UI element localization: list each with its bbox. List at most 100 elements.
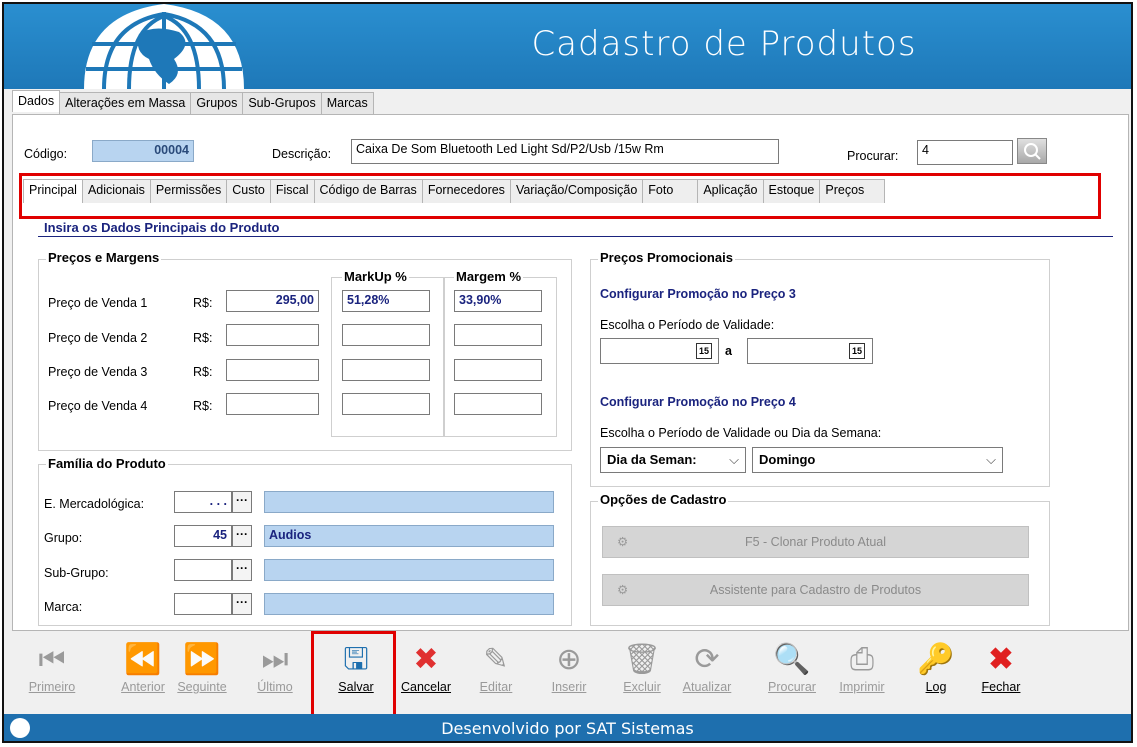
editar-button[interactable]: ✎ Editar: [461, 640, 531, 694]
promo-day-select[interactable]: Domingo ⌵: [752, 447, 1003, 473]
last-record-icon: ⏭: [261, 643, 289, 676]
descricao-label: Descrição:: [272, 147, 332, 161]
chevron-down-icon: ⌵: [729, 452, 739, 467]
wizard-icon: ⚙: [617, 583, 629, 597]
grupo-lookup-button[interactable]: ···: [232, 525, 252, 547]
currency-label: R$:: [193, 331, 213, 345]
tab-alteracoes-em-massa[interactable]: Alterações em Massa: [59, 92, 192, 114]
codigo-field[interactable]: 00004: [92, 140, 194, 162]
currency-label: R$:: [193, 296, 213, 310]
fechar-button[interactable]: ✖ Fechar: [966, 640, 1036, 694]
mercadologica-label: E. Mercadológica:: [44, 497, 145, 511]
ultimo-button[interactable]: ⏭ Último: [240, 640, 310, 694]
grupo-code-field[interactable]: 45: [174, 525, 232, 547]
promo-title: Preços Promocionais: [598, 250, 735, 265]
trash-icon: 🗑: [622, 643, 662, 676]
chevron-down-icon: ⌵: [986, 452, 996, 467]
procurar-field[interactable]: 4: [917, 140, 1013, 165]
excluir-label: Excluir: [623, 680, 661, 694]
marca-code-field[interactable]: [174, 593, 232, 615]
main-tabs: Dados Alterações em Massa Grupos Sub-Gru…: [12, 90, 374, 114]
preco2-field[interactable]: [226, 324, 319, 346]
globe-icon: [10, 718, 30, 738]
precos-title: Preços e Margens: [46, 250, 162, 265]
seguinte-label: Seguinte: [177, 680, 227, 694]
markup1-field[interactable]: 51,28%: [342, 290, 430, 312]
promo-p3-label: Escolha o Período de Validade:: [600, 318, 775, 332]
inserir-button[interactable]: ⊕ Inserir: [534, 640, 604, 694]
fechar-label: Fechar: [981, 680, 1021, 694]
cancelar-label: Cancelar: [400, 680, 452, 694]
log-label: Log: [925, 680, 947, 694]
procurar-button[interactable]: 🔍 Procurar: [757, 640, 827, 694]
assistente-cadastro-button[interactable]: ⚙ Assistente para Cadastro de Produtos: [602, 574, 1029, 606]
search-button[interactable]: [1017, 138, 1047, 164]
promo-type-value: Dia da Seman:: [607, 452, 697, 467]
markup3-field[interactable]: [342, 359, 430, 381]
atualizar-button[interactable]: ⟳ Atualizar: [672, 640, 742, 694]
marca-label: Marca:: [44, 600, 83, 614]
editar-label: Editar: [479, 680, 513, 694]
descricao-field[interactable]: Caixa De Som Bluetooth Led Light Sd/P2/U…: [351, 139, 779, 164]
ultimo-label: Último: [257, 680, 293, 694]
codigo-label: Código:: [24, 147, 68, 161]
currency-label: R$:: [193, 399, 213, 413]
mercadologica-code-field[interactable]: . . .: [174, 491, 232, 513]
preco1-field[interactable]: 295,00: [226, 290, 319, 312]
grupo-name-field: Audios: [264, 525, 554, 547]
tab-marcas[interactable]: Marcas: [320, 92, 374, 114]
clone-icon: ⚙: [617, 535, 629, 549]
first-record-icon: ⏮: [38, 643, 66, 676]
log-button[interactable]: 🔑 Log: [901, 640, 971, 694]
margem3-field[interactable]: [454, 359, 542, 381]
calendar-icon[interactable]: 15: [849, 343, 865, 359]
assistente-cadastro-label: Assistente para Cadastro de Produtos: [709, 583, 922, 597]
preco3-field[interactable]: [226, 359, 319, 381]
subgrupo-code-field[interactable]: [174, 559, 232, 581]
printer-icon: ⎙: [850, 643, 874, 676]
section-title: Insira os Dados Principais do Produto: [44, 220, 280, 235]
tab-dados[interactable]: Dados: [12, 90, 61, 112]
key-icon: 🔑: [917, 643, 955, 676]
markup4-field[interactable]: [342, 393, 430, 415]
globe-logo-icon: [84, 4, 244, 89]
insert-icon: ⊕: [556, 643, 582, 676]
clonar-produto-button[interactable]: ⚙ F5 - Clonar Produto Atual: [602, 526, 1029, 558]
currency-label: R$:: [193, 365, 213, 379]
footer-bar: Desenvolvido por SAT Sistemas: [4, 714, 1131, 741]
cancelar-button[interactable]: ✖ Cancelar: [391, 640, 461, 694]
subgrupo-name-field: [264, 559, 554, 581]
excluir-button[interactable]: 🗑 Excluir: [607, 640, 677, 694]
familia-title: Família do Produto: [46, 456, 168, 471]
seguinte-button[interactable]: ⏩ Seguinte: [167, 640, 237, 694]
tab-sub-grupos[interactable]: Sub-Grupos: [242, 92, 322, 114]
section-divider: [38, 236, 1113, 237]
promo-type-select[interactable]: Dia da Seman: ⌵: [600, 447, 746, 473]
app-window: Cadastro de Produtos Dados Alterações em…: [2, 2, 1133, 743]
subgrupo-label: Sub-Grupo:: [44, 566, 109, 580]
procurar-toolbar-label: Procurar: [768, 680, 816, 694]
margem-header: Margem %: [454, 269, 524, 284]
page-title: Cadastro de Produtos: [531, 24, 917, 64]
margem1-field[interactable]: 33,90%: [454, 290, 542, 312]
imprimir-button[interactable]: ⎙ Imprimir: [827, 640, 897, 694]
atualizar-label: Atualizar: [682, 680, 732, 694]
margem4-field[interactable]: [454, 393, 542, 415]
subgrupo-lookup-button[interactable]: ···: [232, 559, 252, 581]
primeiro-label: Primeiro: [28, 680, 76, 694]
refresh-icon: ⟳: [694, 643, 720, 676]
header-banner: Cadastro de Produtos: [4, 4, 1131, 89]
marca-lookup-button[interactable]: ···: [232, 593, 252, 615]
tab-grupos[interactable]: Grupos: [190, 92, 244, 114]
promo-p3-title: Configurar Promoção no Preço 3: [600, 287, 796, 301]
primeiro-button[interactable]: ⏮ Primeiro: [17, 640, 87, 694]
margem2-field[interactable]: [454, 324, 542, 346]
markup2-field[interactable]: [342, 324, 430, 346]
mercadologica-lookup-button[interactable]: ···: [232, 491, 252, 513]
calendar-icon[interactable]: 15: [696, 343, 712, 359]
search-icon: 🔍: [773, 643, 811, 676]
imprimir-label: Imprimir: [839, 680, 885, 694]
preco4-label: Preço de Venda 4: [48, 399, 148, 413]
preco4-field[interactable]: [226, 393, 319, 415]
highlight-subtabs: [19, 173, 1101, 219]
